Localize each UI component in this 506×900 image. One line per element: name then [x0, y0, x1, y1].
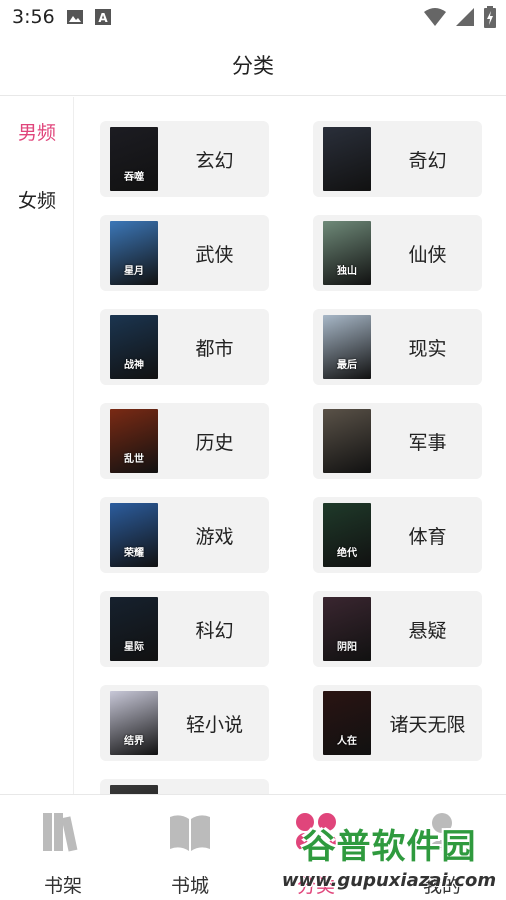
category-card[interactable]: 星际 科幻	[100, 591, 269, 667]
tab-bookshelf-label: 书架	[43, 875, 82, 897]
book-open-icon	[170, 815, 210, 851]
category-cover-image: 独山	[323, 221, 371, 285]
category-cover-image: 阴阳	[323, 597, 371, 661]
category-card[interactable]: 军事	[313, 403, 482, 479]
category-cover-title: 星月	[124, 266, 144, 277]
tab-bookstore-label: 书城	[170, 875, 209, 897]
category-cover-image: 星月	[110, 221, 158, 285]
category-label	[160, 779, 269, 794]
category-cover-title: 荣耀	[124, 548, 144, 559]
watermark-logo-text: 谷普软件园	[301, 826, 477, 867]
status-time: 3:56	[12, 6, 55, 28]
category-cover-image: 星际	[110, 597, 158, 661]
category-cover-title: 战神	[124, 360, 144, 371]
watermark: 谷普软件园 www.gupuxiazai.com	[276, 818, 502, 898]
status-icons-left: A	[66, 9, 111, 25]
category-cover-title: 星际	[124, 642, 144, 653]
left-nav-item-female[interactable]: 女频	[0, 165, 74, 233]
category-cover-image: 人在	[323, 691, 371, 755]
category-cover-image: 战神	[110, 315, 158, 379]
category-cover-title: 人在	[337, 736, 357, 747]
category-label: 科幻	[195, 619, 234, 642]
category-label: 都市	[195, 337, 234, 360]
header: 分类	[0, 34, 506, 96]
category-label: 玄幻	[195, 149, 234, 172]
category-cover-image: 结界	[110, 691, 158, 755]
category-card[interactable]: 奇幻	[313, 121, 482, 197]
category-card[interactable]: 人在 诸天无限	[313, 685, 482, 761]
svg-text:A: A	[98, 11, 108, 25]
category-cover-title: 最后	[337, 360, 357, 371]
category-cover-title: 乱世	[124, 454, 144, 465]
category-cover-image	[110, 785, 158, 794]
category-label: 悬疑	[408, 619, 447, 642]
category-cover-image: 最后	[323, 315, 371, 379]
status-bar: 3:56 A	[0, 0, 506, 34]
category-card[interactable]: 星月 武侠	[100, 215, 269, 291]
status-icons-right	[424, 6, 496, 28]
category-card[interactable]: 最后 现实	[313, 309, 482, 385]
wifi-icon	[424, 8, 446, 26]
watermark-url: www.gupuxiazai.com	[281, 870, 497, 891]
category-cover-image: 乱世	[110, 409, 158, 473]
category-card[interactable]: 荣耀 游戏	[100, 497, 269, 573]
category-cover-title: 结界	[124, 736, 144, 747]
category-card[interactable]: 独山 仙侠	[313, 215, 482, 291]
signal-icon	[456, 8, 474, 26]
category-cover-title: 吞噬	[124, 172, 144, 183]
category-label: 现实	[408, 337, 447, 360]
left-nav-item-male[interactable]: 男频	[0, 97, 74, 165]
image-icon	[66, 10, 83, 24]
category-cover-image: 绝代	[323, 503, 371, 567]
category-label: 诸天无限	[389, 713, 466, 736]
category-card[interactable]	[100, 779, 269, 794]
category-cover-image	[323, 409, 371, 473]
category-label: 历史	[195, 431, 234, 454]
category-cover-title: 绝代	[337, 548, 357, 559]
category-cover-image: 吞噬	[110, 127, 158, 191]
category-label: 军事	[408, 431, 447, 454]
category-cover-title: 独山	[337, 266, 357, 277]
category-card[interactable]: 吞噬 玄幻	[100, 121, 269, 197]
category-card[interactable]: 战神 都市	[100, 309, 269, 385]
category-label: 轻小说	[185, 713, 243, 736]
page-title: 分类	[232, 53, 274, 78]
category-card[interactable]: 乱世 历史	[100, 403, 269, 479]
tab-bookstore[interactable]: 书城	[150, 805, 230, 897]
category-label: 奇幻	[408, 149, 447, 172]
category-card[interactable]: 阴阳 悬疑	[313, 591, 482, 667]
category-cover-image	[323, 127, 371, 191]
left-nav: 男频 女频	[0, 97, 74, 794]
category-label: 武侠	[195, 243, 234, 266]
category-label: 仙侠	[408, 243, 447, 266]
tab-bookshelf[interactable]: 书架	[23, 805, 103, 897]
battery-icon	[484, 6, 496, 28]
font-icon: A	[94, 9, 111, 25]
category-label: 游戏	[195, 525, 234, 548]
category-label: 体育	[408, 525, 447, 548]
category-card[interactable]: 绝代 体育	[313, 497, 482, 573]
bookshelf-icon	[43, 813, 78, 852]
category-grid: 吞噬 玄幻 奇幻 星月 武侠 独山 仙侠 战神 都市 最后 现实 乱世 历史 军事 荣耀 游戏 绝代 体育 星际 科幻…	[100, 121, 482, 794]
category-cover-title: 阴阳	[337, 642, 357, 653]
category-cover-image: 荣耀	[110, 503, 158, 567]
category-card[interactable]: 结界 轻小说	[100, 685, 269, 761]
